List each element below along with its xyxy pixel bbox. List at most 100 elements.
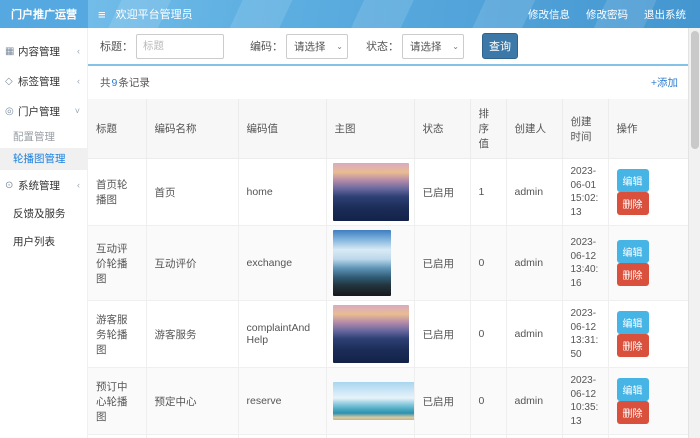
cell-status: 已启用 [414,226,470,301]
cell-creator: admin [506,435,562,438]
sidebar-item-portal-mgmt[interactable]: ◎ 门户管理 ˅ [0,96,87,126]
cell-creator: admin [506,368,562,435]
cell-main-image [326,435,414,438]
cell-status: 已启用 [414,159,470,226]
edit-button[interactable]: 编辑 [617,378,649,401]
col-created: 创建时间 [562,99,608,159]
status-filter-label: 状态： [366,38,399,54]
change-password-link[interactable]: 修改密码 [586,7,628,22]
welcome-text: 欢迎平台管理员 [116,6,193,22]
cell-actions: 编辑删除 [608,301,688,368]
cell-created: 2023-06-01 15:02:13 [562,159,608,226]
sidebar-item-content-mgmt[interactable]: ▦ 内容管理 ‹ [0,36,87,66]
cell-code-name: 目的地名片 [146,435,238,438]
cell-title: 游客服务轮播图 [88,301,146,368]
sidebar-item-label: 门户管理 [18,104,75,119]
add-button[interactable]: +添加 [651,75,678,90]
chevron-left-icon: ‹ [77,76,80,86]
carousel-thumbnail [333,305,409,363]
logout-link[interactable]: 退出系统 [644,7,686,22]
cell-actions: 编辑删除 [608,435,688,438]
sidebar-item-system-mgmt[interactable]: ⊙ 系统管理 ‹ [0,170,87,200]
topbar: 门户推广运营 ≡ 欢迎平台管理员 修改信息 修改密码 退出系统 [0,0,700,28]
cell-status: 已启用 [414,368,470,435]
chevron-left-icon: ‹ [77,46,80,56]
chevron-down-icon: ⌄ [452,42,459,51]
status-select-value: 请选择 [410,39,452,54]
carousel-table: 标题 编码名称 编码值 主图 状态 排序值 创建人 创建时间 操作 首页轮播图 … [88,99,688,438]
topbar-links: 修改信息 修改密码 退出系统 [528,7,686,22]
code-filter-select[interactable]: 请选择 ⌄ [286,34,348,59]
cell-code-name: 首页 [146,159,238,226]
col-status: 状态 [414,99,470,159]
edit-button[interactable]: 编辑 [617,240,649,263]
col-title: 标题 [88,99,146,159]
tag-icon: ◇ [5,76,18,87]
sidebar-item-config-mgmt[interactable]: 配置管理 [0,126,87,148]
cell-code-value: reserve [238,368,326,435]
delete-button[interactable]: 删除 [617,334,649,357]
portal-icon: ◎ [5,106,18,117]
main-panel: 标题： 编码： 请选择 ⌄ 状态： 请选择 ⌄ 查询 共 9 条记录 +添加 [88,28,688,438]
cell-title: 预订中心轮播图 [88,368,146,435]
code-select-value: 请选择 [294,39,336,54]
cell-sort: 0 [470,368,506,435]
sidebar-item-feedback-service[interactable]: 反馈及服务 [0,200,87,228]
table-row: 旅游指南轮播图 目的地名片 traffic 已启用 0 admin 2023-0… [88,435,688,438]
search-toolbar: 标题： 编码： 请选择 ⌄ 状态： 请选择 ⌄ 查询 [88,28,688,66]
delete-button[interactable]: 删除 [617,263,649,286]
cell-created: 2023-06-12 10:35:13 [562,368,608,435]
edit-button[interactable]: 编辑 [617,311,649,334]
scrollbar-track[interactable] [688,28,700,438]
cell-sort: 1 [470,159,506,226]
sidebar-item-user-list[interactable]: 用户列表 [0,228,87,256]
chevron-down-icon: ˅ [75,106,80,116]
edit-button[interactable]: 编辑 [617,169,649,192]
cell-code-value: traffic [238,435,326,438]
table-body: 首页轮播图 首页 home 已启用 1 admin 2023-06-01 15:… [88,159,688,438]
cell-created: 2023-06-12 [562,435,608,438]
cell-code-name: 游客服务 [146,301,238,368]
cell-code-name: 互动评价 [146,226,238,301]
edit-info-link[interactable]: 修改信息 [528,7,570,22]
cell-creator: admin [506,159,562,226]
table-row: 预订中心轮播图 预定中心 reserve 已启用 0 admin 2023-06… [88,368,688,435]
sidebar: ▦ 内容管理 ‹ ◇ 标签管理 ‹ ◎ 门户管理 ˅ 配置管理 轮播图管理 ⊙ … [0,28,88,438]
table-row: 游客服务轮播图 游客服务 complaintAndHelp 已启用 0 admi… [88,301,688,368]
status-filter-select[interactable]: 请选择 ⌄ [402,34,464,59]
cell-status: 已启用 [414,435,470,438]
sidebar-item-label: 内容管理 [18,44,77,59]
sidebar-item-carousel-mgmt[interactable]: 轮播图管理 [0,148,87,170]
records-bar: 共 9 条记录 +添加 [88,66,688,99]
cell-sort: 0 [470,226,506,301]
carousel-thumbnail [333,230,391,296]
scrollbar-thumb[interactable] [691,31,699,149]
chevron-down-icon: ⌄ [336,42,343,51]
admin-window: 门户推广运营 ≡ 欢迎平台管理员 修改信息 修改密码 退出系统 ▦ 内容管理 ‹… [0,0,700,438]
table-header-row: 标题 编码名称 编码值 主图 状态 排序值 创建人 创建时间 操作 [88,99,688,159]
portal-submenu: 配置管理 轮播图管理 [0,126,87,170]
cell-title: 首页轮播图 [88,159,146,226]
delete-button[interactable]: 删除 [617,192,649,215]
cell-title: 互动评价轮播图 [88,226,146,301]
hamburger-icon[interactable]: ≡ [98,7,106,22]
table-row: 互动评价轮播图 互动评价 exchange 已启用 0 admin 2023-0… [88,226,688,301]
code-filter-label: 编码： [250,38,283,54]
carousel-thumbnail [333,163,409,221]
sidebar-item-label: 标签管理 [18,74,77,89]
cell-title: 旅游指南轮播图 [88,435,146,438]
title-filter-input[interactable] [136,34,224,59]
cell-code-value: exchange [238,226,326,301]
query-button[interactable]: 查询 [482,33,518,59]
sidebar-item-tag-mgmt[interactable]: ◇ 标签管理 ‹ [0,66,87,96]
cell-created: 2023-06-12 13:31:50 [562,301,608,368]
record-count-prefix: 共 [100,75,111,90]
col-sort: 排序值 [470,99,506,159]
carousel-thumbnail [333,382,415,420]
col-creator: 创建人 [506,99,562,159]
cell-created: 2023-06-12 13:40:16 [562,226,608,301]
cell-actions: 编辑删除 [608,159,688,226]
cell-actions: 编辑删除 [608,226,688,301]
col-code-value: 编码值 [238,99,326,159]
delete-button[interactable]: 删除 [617,401,649,424]
